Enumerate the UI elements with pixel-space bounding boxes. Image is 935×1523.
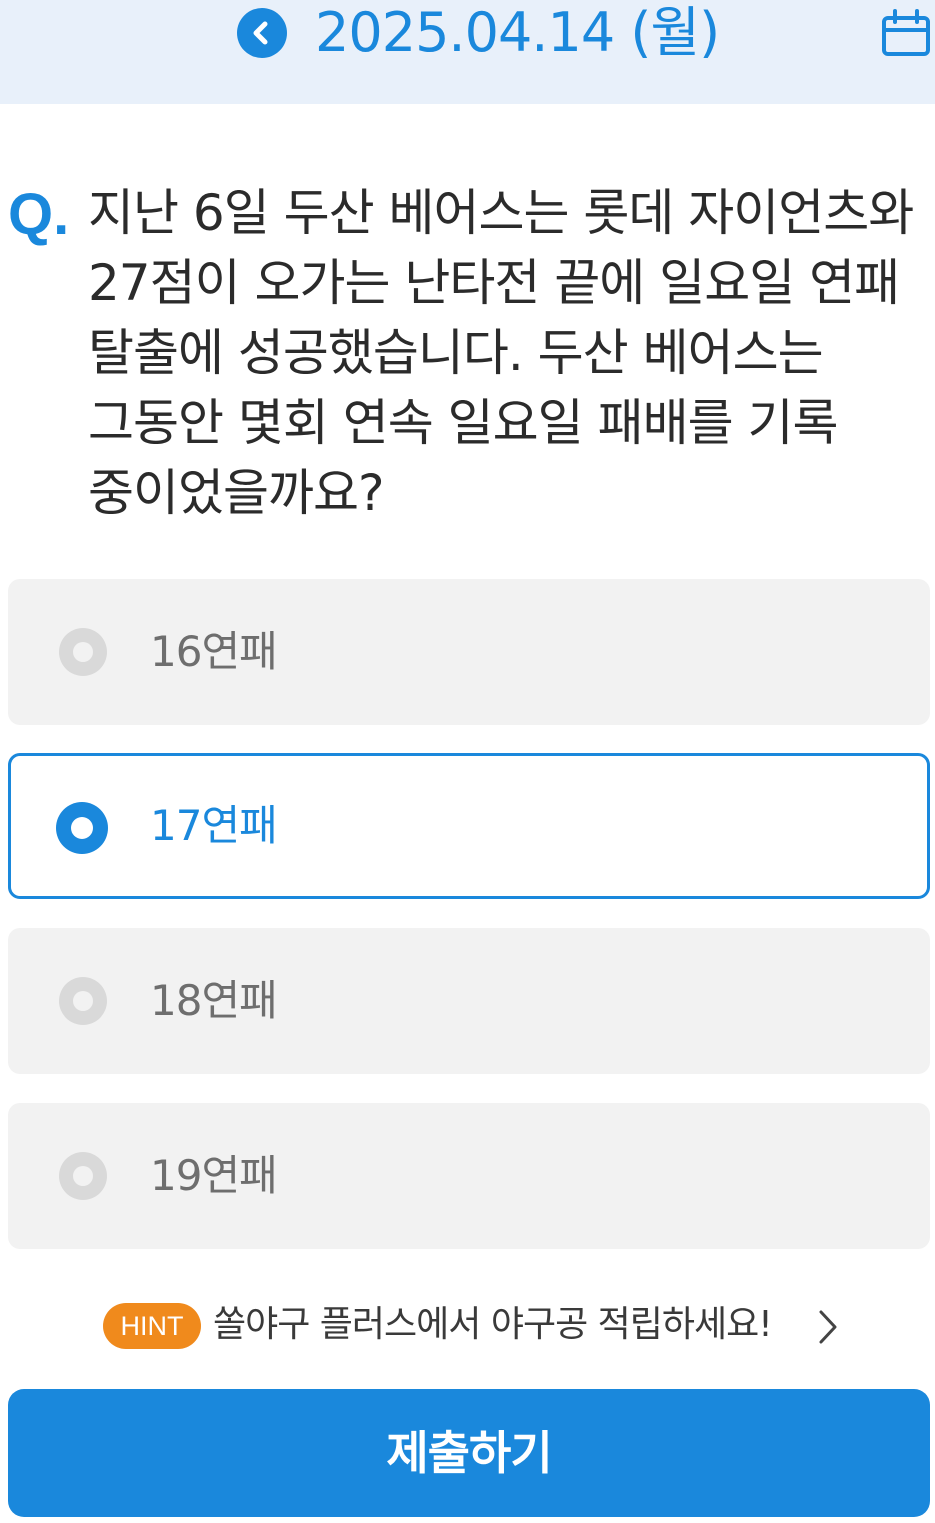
chevron-right-icon	[819, 1310, 837, 1344]
option-label: 19연패	[150, 1151, 278, 1200]
previous-date-button[interactable]	[237, 8, 287, 58]
hint-link[interactable]: HINT 쏠야구 플러스에서 야구공 적립하세요!	[103, 1300, 843, 1350]
calendar-icon	[882, 9, 930, 56]
question-prefix: Q.	[8, 182, 70, 247]
answer-option-3[interactable]: 18연패	[8, 928, 930, 1074]
date-header: 2025.04.14 (월)	[0, 0, 935, 104]
question-text: 지난 6일 두산 베어스는 롯데 자이언츠와 27점이 오가는 난타전 끝에 일…	[88, 184, 914, 522]
radio-unselected-icon[interactable]	[59, 628, 107, 676]
answer-option-1[interactable]: 16연패	[8, 579, 930, 725]
hint-badge: HINT	[103, 1303, 201, 1349]
radio-unselected-icon[interactable]	[59, 1152, 107, 1200]
radio-selected-icon[interactable]	[56, 802, 108, 854]
radio-unselected-icon[interactable]	[59, 977, 107, 1025]
hint-text: 쏠야구 플러스에서 야구공 적립하세요!	[213, 1304, 773, 1345]
answer-option-2[interactable]: 17연패	[8, 753, 930, 899]
answer-option-4[interactable]: 19연패	[8, 1103, 930, 1249]
option-label: 17연패	[150, 801, 278, 850]
submit-button[interactable]: 제출하기	[8, 1389, 930, 1517]
option-label: 16연패	[150, 627, 278, 676]
option-label: 18연패	[150, 976, 278, 1025]
calendar-button[interactable]	[880, 8, 932, 58]
chevron-left-icon	[253, 21, 268, 45]
current-date: 2025.04.14 (월)	[315, 1, 720, 64]
